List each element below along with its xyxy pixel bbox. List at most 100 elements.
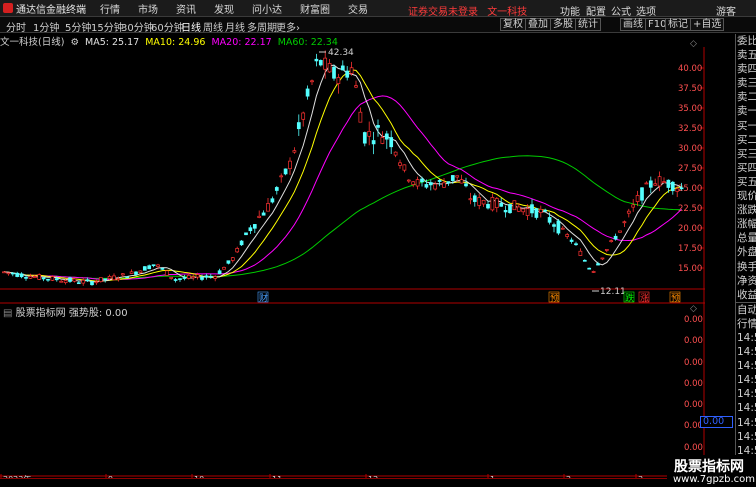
kline-chart[interactable]: 40.0037.5035.0032.5030.0027.5025.0022.50… [0, 33, 705, 480]
menu-item-market[interactable]: 市场 [138, 1, 158, 16]
side-field-11: 现价 [737, 190, 756, 203]
tab-daily[interactable]: 日线 [181, 19, 201, 34]
statistics-button[interactable]: 统计 [575, 18, 601, 31]
tab-30min[interactable]: 30分钟 [121, 19, 154, 34]
candle-body [46, 278, 50, 281]
bottom-scroll-bar[interactable] [0, 478, 756, 487]
candle-body [648, 180, 653, 188]
side-field-12: 涨跌 [737, 204, 756, 217]
tab-60min[interactable]: 60分钟 [151, 19, 184, 34]
adjust-button[interactable]: 复权 [500, 18, 526, 31]
candle-body [503, 210, 508, 213]
candle-body [340, 65, 345, 71]
candle-body [28, 276, 33, 279]
candle-body [279, 175, 284, 178]
ma5-path [3, 64, 682, 283]
candle-body [244, 232, 248, 236]
menu-item-quotes[interactable]: 行情 [100, 1, 120, 16]
side-field-1: 卖五 [737, 49, 756, 62]
side-field-17: 净资 [737, 274, 756, 287]
candle-body [134, 271, 138, 275]
candle-body [508, 204, 512, 214]
high-label: 42.34 [328, 48, 354, 58]
candle-body [345, 70, 350, 78]
indicator-tick-label: 0.00 [684, 443, 703, 453]
candle-body [32, 276, 37, 278]
menu-config[interactable]: 配置 [586, 3, 606, 18]
candle-body [609, 240, 614, 242]
candle-body [186, 275, 191, 279]
candles [2, 50, 684, 286]
candle-body [657, 176, 662, 187]
candle-body [411, 181, 416, 185]
tab-minute[interactable]: 分时 [6, 19, 26, 34]
menu-function[interactable]: 功能 [560, 3, 580, 18]
user-label[interactable]: 游客 [716, 3, 736, 18]
add-watchlist-button[interactable]: +自选 [690, 18, 725, 31]
app-logo: 通达信金融终端 [0, 1, 100, 16]
candle-body [85, 279, 90, 282]
candle-body [402, 164, 407, 171]
candle-body [217, 270, 222, 275]
menu-item-wealth[interactable]: 财富圈 [300, 1, 330, 16]
menu-item-ask[interactable]: 问小达 [252, 1, 282, 16]
candle-body [10, 272, 15, 275]
candle-body [420, 178, 424, 183]
candle-body [455, 175, 460, 178]
side-field-10: 买五 [737, 175, 756, 188]
indicator-name: 强势股: [68, 308, 103, 319]
ma10-line [3, 69, 682, 282]
tab-more[interactable]: 更多› [276, 19, 300, 34]
candle-body [125, 276, 130, 279]
mark-button[interactable]: 标记 [665, 18, 691, 31]
indicator-label[interactable]: ▤ 股票指标网 强势股: 0.00 [3, 304, 128, 319]
draw-line-button[interactable]: 画线 [620, 18, 646, 31]
candle-body [6, 272, 11, 275]
candle-body [15, 272, 20, 277]
indicator-source: 股票指标网 [15, 308, 66, 319]
menu-item-discover[interactable]: 发现 [214, 1, 234, 16]
candle-body [195, 274, 200, 278]
candle-body [398, 162, 402, 166]
tab-15min[interactable]: 15分钟 [91, 19, 124, 34]
menu-options[interactable]: 选项 [636, 3, 656, 18]
menu-formula[interactable]: 公式 [611, 3, 631, 18]
side-field-6: 买一 [737, 119, 756, 132]
candle-body [490, 197, 495, 211]
candle-body [376, 125, 380, 128]
side-tick-0[interactable]: 自动 [736, 303, 756, 317]
tab-monthly[interactable]: 月线 [225, 19, 245, 34]
candle-body [266, 203, 270, 212]
candle-body [252, 224, 257, 229]
candle-body [653, 183, 658, 186]
candle-body [50, 276, 55, 281]
price-tick-label: 27.50 [678, 164, 702, 174]
tab-5min[interactable]: 5分钟 [65, 19, 91, 34]
candle-body [464, 183, 468, 187]
pane-zoom-icon: ◇ [690, 39, 697, 49]
candle-body [367, 131, 372, 137]
indicator-menu-icon[interactable]: ▤ [3, 308, 12, 319]
candle-body [63, 280, 68, 284]
candle-body [530, 204, 534, 214]
ma10-path [3, 69, 682, 282]
menu-item-trade[interactable]: 交易 [348, 1, 368, 16]
candle-body [327, 63, 332, 73]
candle-body [534, 208, 539, 218]
candle-body [406, 179, 411, 182]
multi-stock-button[interactable]: 多股 [550, 18, 576, 31]
event-marker-rise-text: 涨 [640, 293, 649, 304]
tab-weekly[interactable]: 周线 [203, 19, 223, 34]
candle-body [587, 267, 592, 270]
candle-body [90, 281, 94, 286]
overlay-button[interactable]: 叠加 [525, 18, 551, 31]
indicator-value: 0.00 [105, 308, 128, 319]
candle-body [675, 188, 680, 192]
trade-login-notice[interactable]: 证券交易未登录 文一科技 [408, 3, 527, 18]
tab-1min[interactable]: 1分钟 [33, 19, 59, 34]
tab-multi-period[interactable]: 多周期 [247, 19, 277, 34]
candle-body [424, 184, 429, 188]
candle-body [68, 277, 72, 282]
menu-item-news[interactable]: 资讯 [176, 1, 196, 16]
indicator-value-box: 0.00 [700, 416, 733, 428]
